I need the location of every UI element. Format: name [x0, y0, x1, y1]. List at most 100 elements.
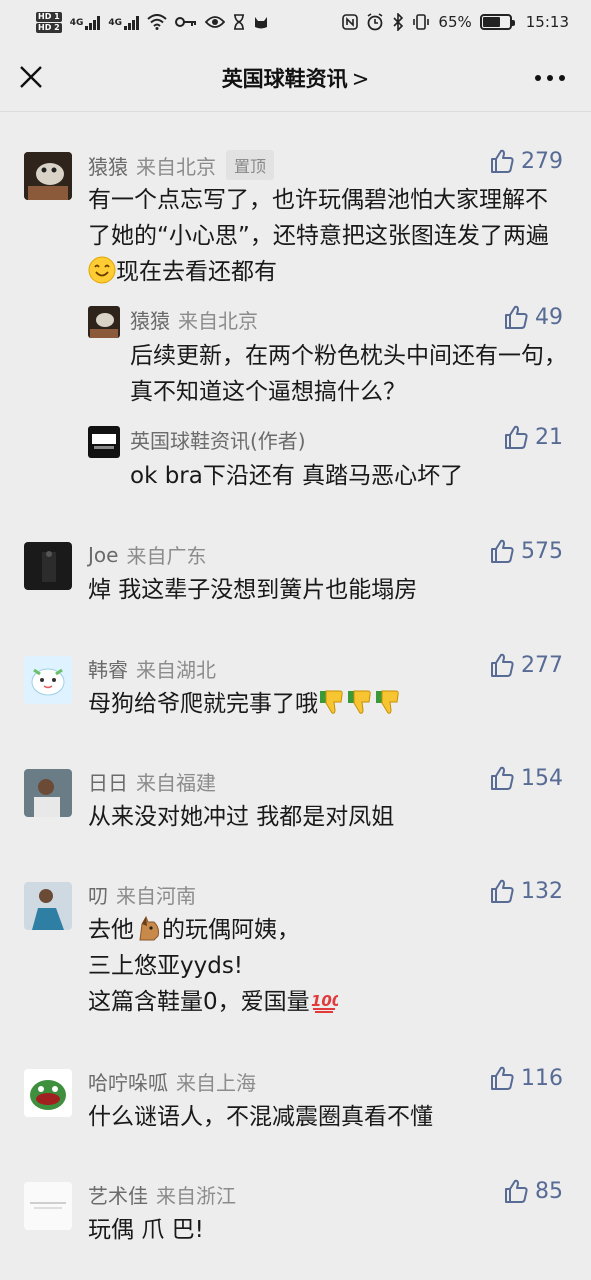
nfc-icon: [342, 14, 359, 30]
comment-text-part: 母狗给爷爬就完事了哦: [88, 691, 318, 717]
signal-icon: [85, 14, 101, 30]
like-button[interactable]: 49: [503, 304, 563, 330]
comment-item: Joe 来自广东 575 焯 我这辈子没想到簧片也能塌房: [0, 538, 591, 630]
network-type-2: 4G: [108, 17, 122, 28]
vibrate-icon: [413, 14, 430, 30]
commenter-location: 来自广东: [126, 544, 207, 568]
comment-text: 母狗给爷爬就完事了哦: [88, 686, 568, 722]
like-count: 277: [521, 652, 563, 678]
hourglass-icon: [234, 14, 244, 30]
like-count: 154: [521, 765, 563, 791]
comment-item: 韩睿 来自湖北 277 母狗给爷爬就完事了哦: [0, 652, 591, 744]
reply-avatar[interactable]: [88, 426, 120, 458]
like-count: 116: [521, 1065, 563, 1091]
wifi-icon: [147, 14, 167, 30]
battery-icon: [479, 14, 515, 30]
comment-text-part: 这篇含鞋量0，爱国量: [88, 989, 310, 1015]
avatar[interactable]: [24, 882, 72, 930]
like-button[interactable]: 575: [489, 538, 563, 564]
commenter-location: 来自福建: [136, 771, 216, 795]
commenter-name[interactable]: 日日: [88, 767, 128, 796]
comment-item: 日日 来自福建 154 从来没对她冲过 我都是对凤姐: [0, 765, 591, 857]
status-bar: HD 1 HD 2 4G 4G 65% 15:13: [0, 0, 591, 44]
comment-text: 去他 的玩偶阿姨， 三上悠亚yyds! 这篇含鞋量0，爱国量100: [88, 912, 568, 1020]
commenter-name[interactable]: 叨: [88, 880, 108, 909]
thumbs-up-icon: [505, 425, 528, 449]
like-button[interactable]: 279: [489, 148, 563, 174]
comment-text-line: 三上悠亚yyds!: [88, 953, 244, 979]
commenter-location: 来自浙江: [156, 1184, 236, 1208]
page-title-text: 英国球鞋资讯: [221, 66, 348, 91]
avatar[interactable]: [24, 152, 72, 200]
page-title[interactable]: 英国球鞋资讯 >: [0, 63, 591, 93]
avatar[interactable]: [24, 1182, 72, 1230]
reply-text: 后续更新，在两个粉色枕头中间还有一句，真不知道这个逼想搞什么？: [130, 343, 567, 405]
like-button[interactable]: 277: [489, 652, 563, 678]
horse-face-emoji-icon: [139, 915, 159, 941]
thumbs-up-icon: [491, 1066, 514, 1090]
bluetooth-icon: [393, 13, 404, 31]
like-count: 49: [535, 304, 563, 330]
like-button[interactable]: 21: [503, 424, 563, 450]
battery-percent: 65%: [438, 13, 472, 31]
comment-text-part: 去他: [88, 917, 134, 943]
commenter-name[interactable]: Joe: [88, 543, 118, 567]
thumbs-down-emoji-icon: [320, 690, 343, 714]
comment-item: 艺术佳 来自浙江 85 玩偶 爪 巴!: [0, 1178, 591, 1270]
comment-text: 焯 我这辈子没想到簧片也能塌房: [88, 577, 418, 603]
comment-text: 玩偶 爪 巴!: [88, 1217, 204, 1243]
comment-text-part: 现在去看还都有: [116, 259, 277, 285]
avatar[interactable]: [24, 769, 72, 817]
like-button[interactable]: 116: [489, 1065, 563, 1091]
chevron-right-icon: >: [351, 66, 370, 91]
commenter-location: 来自北京: [136, 154, 216, 179]
thumbs-down-emoji-icon: [376, 690, 399, 714]
commenter-name[interactable]: 艺术佳: [88, 1180, 148, 1209]
like-button[interactable]: 85: [503, 1178, 563, 1204]
cat-icon: [255, 17, 267, 29]
like-count: 21: [535, 424, 563, 450]
reply-author-name[interactable]: 猿猿: [130, 305, 170, 334]
like-count: 575: [521, 538, 563, 564]
like-count: 85: [535, 1178, 563, 1204]
commenter-name[interactable]: 哈咛哚呱: [88, 1067, 168, 1096]
thumbs-up-icon: [491, 653, 514, 677]
reply-text: ok bra下沿还有 真踏马恶心坏了: [130, 463, 464, 489]
smiling-face-emoji-icon: [88, 256, 116, 284]
comment-item: 叨 来自河南 132 去他 的玩偶阿姨， 三上悠亚yyds! 这篇含鞋量0，爱国量…: [0, 878, 591, 1040]
avatar[interactable]: [24, 542, 72, 590]
comment-item: 哈咛哚呱 来自上海 116 什么谜语人，不混减震圈真看不懂: [0, 1065, 591, 1157]
signal-icon-2: [124, 14, 139, 30]
comment-text-part: 的玩偶阿姨，: [162, 917, 300, 943]
comment-text: 有一个点忘写了，也许玩偶碧池怕大家理解不了她的“小心思”，还特意把这张图连发了两…: [88, 182, 558, 290]
clock: 15:13: [525, 13, 569, 31]
thumbs-down-emoji-icon: [348, 690, 371, 714]
comment-text: 从来没对她冲过 我都是对凤姐: [88, 804, 395, 830]
comment-text: 什么谜语人，不混减震圈真看不懂: [88, 1104, 433, 1130]
thumbs-up-icon: [505, 305, 528, 329]
key-icon: [175, 17, 196, 27]
thumbs-up-icon: [491, 766, 514, 790]
svg-text:100: 100: [311, 992, 338, 1010]
commenter-name[interactable]: 韩睿: [88, 654, 128, 683]
avatar[interactable]: [24, 1069, 72, 1117]
thumbs-up-icon: [505, 1179, 528, 1203]
like-button[interactable]: 154: [489, 765, 563, 791]
like-count: 132: [521, 878, 563, 904]
thumbs-up-icon: [491, 149, 514, 173]
eye-icon: [205, 16, 225, 28]
reply-author-location: 来自北京: [178, 309, 258, 333]
commenter-location: 来自上海: [176, 1071, 256, 1095]
more-options-icon[interactable]: [535, 75, 565, 81]
avatar[interactable]: [24, 656, 72, 704]
commenter-name[interactable]: 猿猿: [88, 151, 128, 180]
network-type-1: 4G: [69, 17, 84, 28]
dual-sim-indicator: HD 1 HD 2: [36, 11, 62, 33]
like-button[interactable]: 132: [489, 878, 563, 904]
alarm-icon: [367, 13, 383, 31]
reply-author-name[interactable]: 英国球鞋资讯(作者): [130, 425, 306, 454]
comment-text-part: 有一个点忘写了，也许玩偶碧池怕大家理解不了她的“小心思”，还特意把这张图连发了两…: [88, 187, 549, 249]
thumbs-up-icon: [491, 539, 514, 563]
comment-item: 猿猿 来自北京 置顶 279 有一个点忘写了，也许玩偶碧池怕大家理解不了她的“小…: [0, 148, 591, 520]
reply-avatar[interactable]: [88, 306, 120, 338]
